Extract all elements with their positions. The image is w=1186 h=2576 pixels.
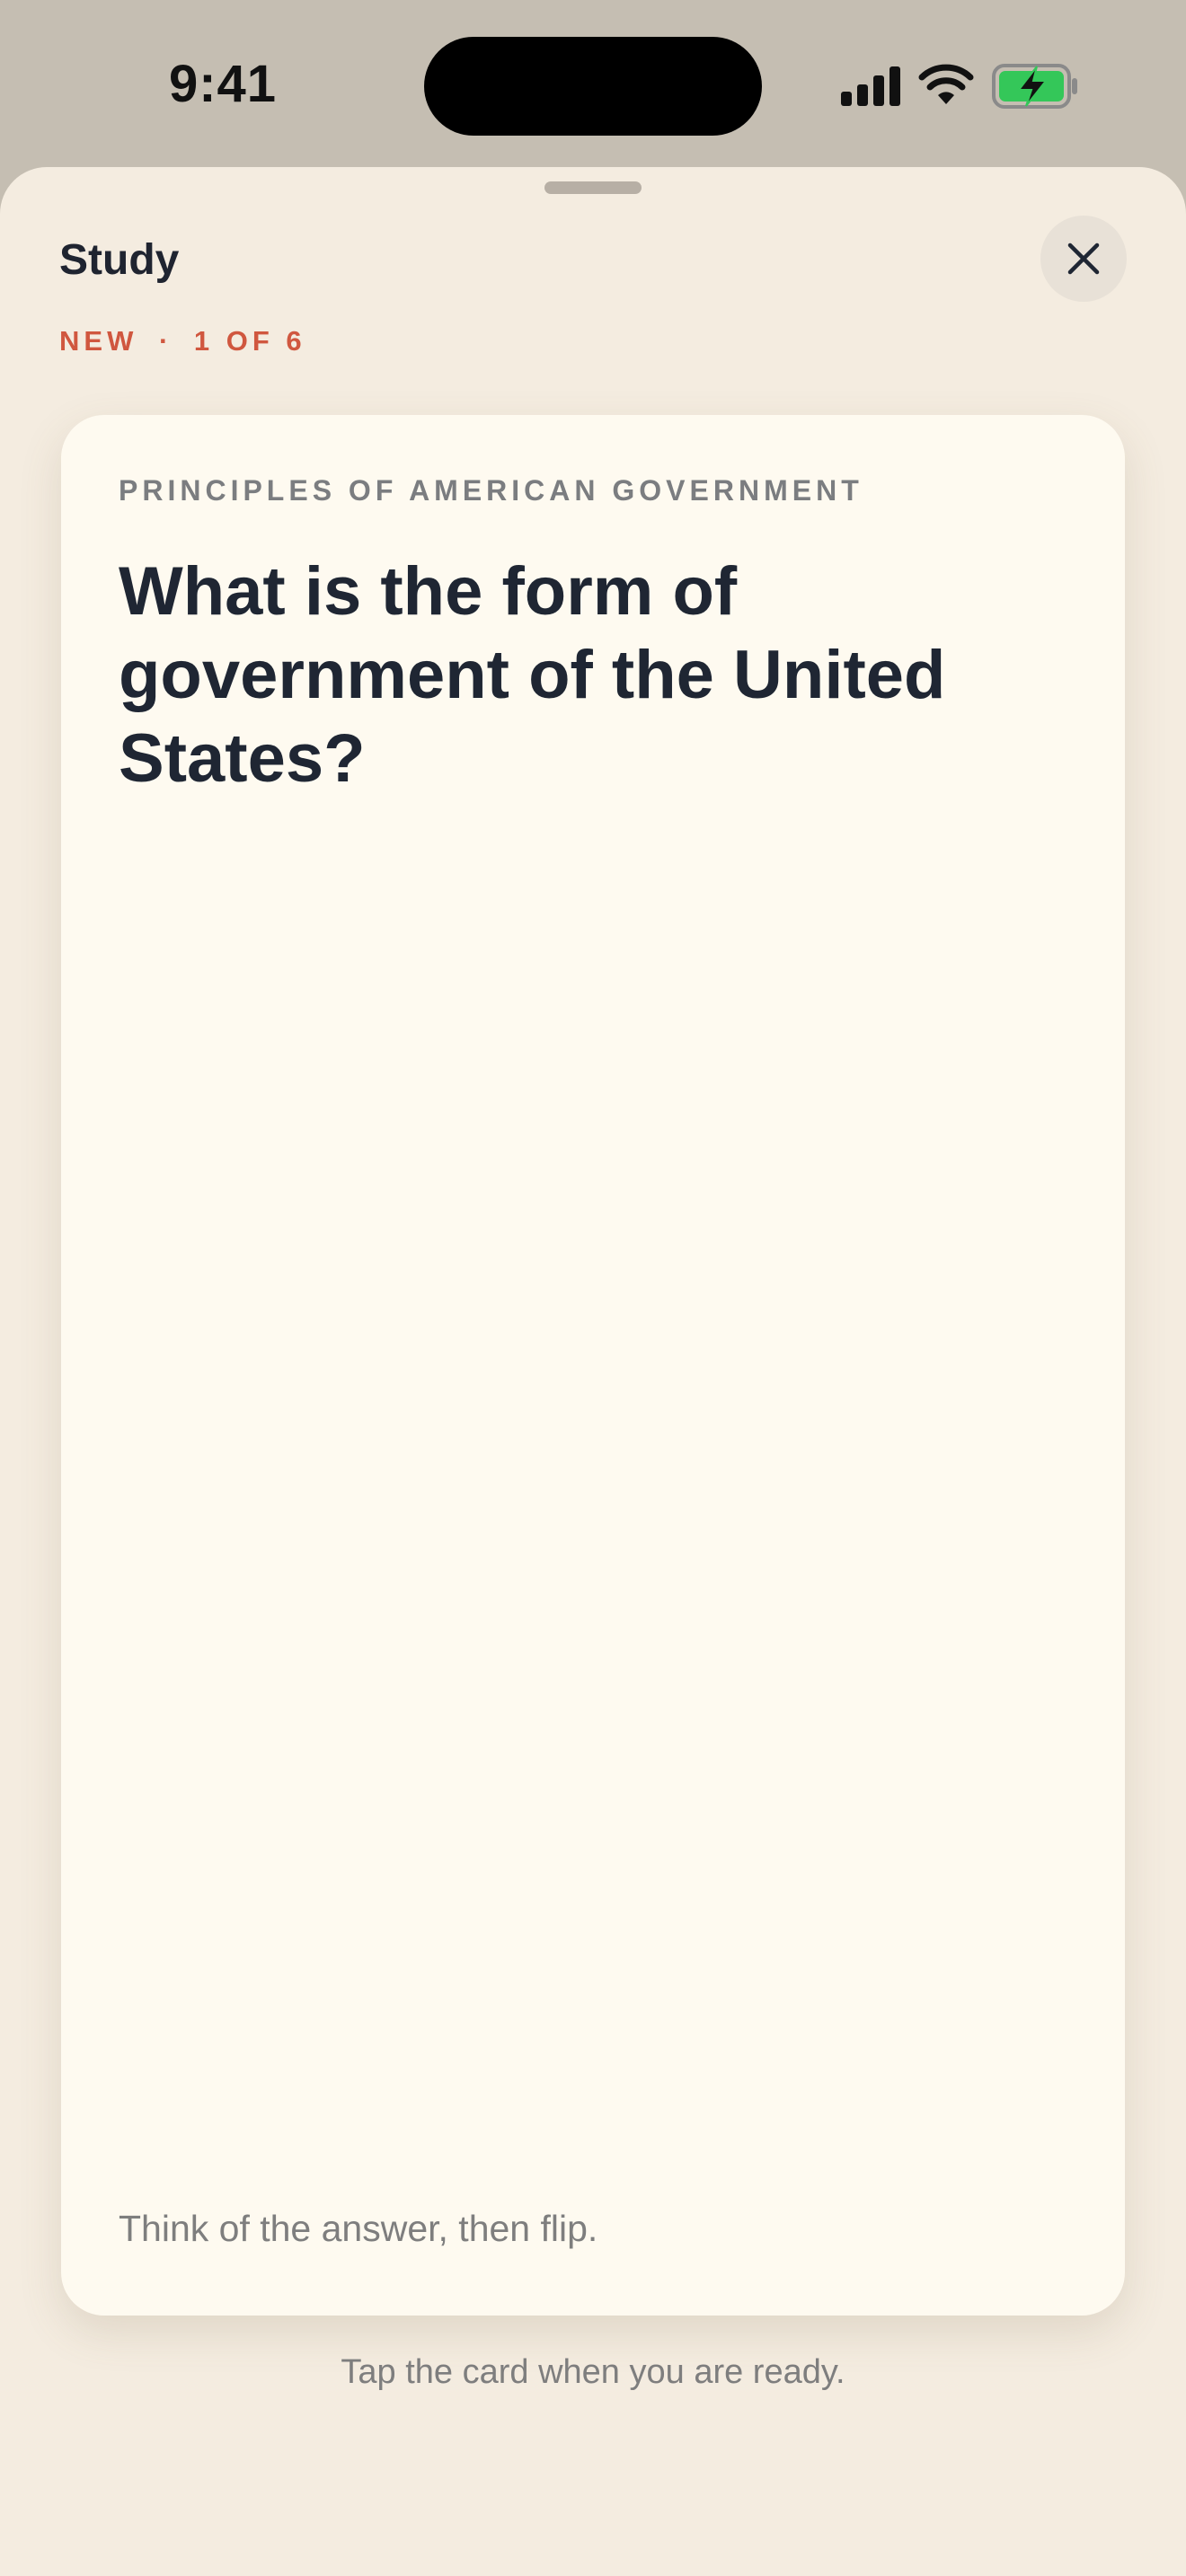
- card-hint: Think of the answer, then flip.: [119, 2208, 598, 2249]
- status-label: NEW: [59, 325, 138, 357]
- flashcard[interactable]: PRINCIPLES OF AMERICAN GOVERNMENT What i…: [61, 415, 1125, 2316]
- status-time: 9:41: [168, 55, 278, 113]
- sheet-grabber[interactable]: [544, 181, 642, 194]
- card-question: What is the form of government of the Un…: [119, 553, 946, 797]
- close-button[interactable]: [1040, 216, 1127, 302]
- cellular-signal-icon: [841, 66, 900, 106]
- wifi-icon: [918, 64, 974, 104]
- progress-counter: 1 OF 6: [193, 325, 306, 357]
- footer-hint: Tap the card when you are ready.: [341, 2353, 845, 2391]
- study-sheet: Study NEW · 1 OF 6 PRINCIPLES OF AMERICA…: [0, 167, 1186, 2576]
- sheet-title: Study: [59, 236, 180, 284]
- dynamic-island: [424, 37, 762, 136]
- study-status: NEW · 1 OF 6: [59, 325, 306, 357]
- battery-charging-icon: [992, 64, 1077, 109]
- status-bar: 9:41: [0, 0, 1186, 167]
- card-category: PRINCIPLES OF AMERICAN GOVERNMENT: [119, 474, 863, 507]
- close-icon: [1067, 243, 1100, 275]
- status-separator: ·: [158, 325, 173, 357]
